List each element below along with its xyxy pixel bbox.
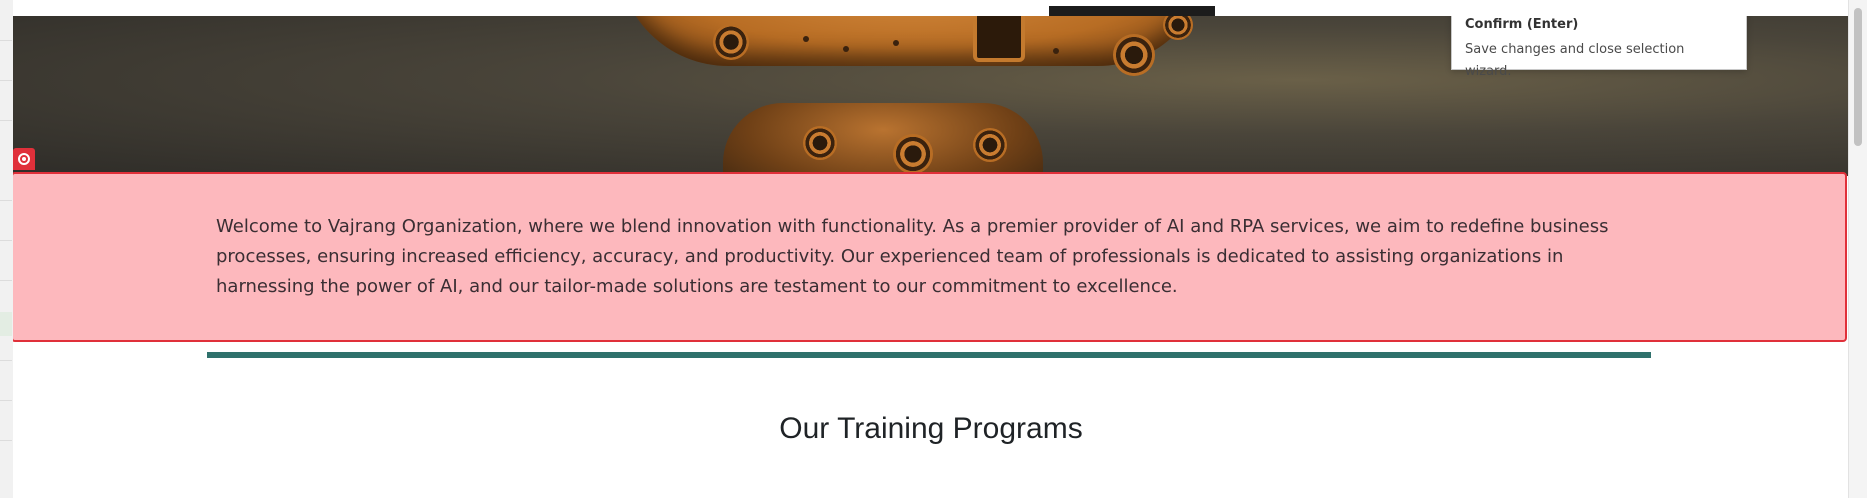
gutter-row-line bbox=[0, 440, 12, 441]
robot-dot bbox=[893, 40, 899, 46]
robot-detail bbox=[713, 24, 749, 60]
tooltip-description: Save changes and close selection wizard. bbox=[1465, 42, 1685, 79]
gutter-row-line bbox=[0, 120, 12, 121]
gutter-row-line bbox=[0, 400, 12, 401]
dark-toolbar-block bbox=[1049, 6, 1215, 16]
robot-detail bbox=[803, 126, 837, 160]
target-icon[interactable] bbox=[13, 148, 35, 170]
training-programs-heading: Our Training Programs bbox=[779, 412, 1083, 445]
gutter-row-line bbox=[0, 360, 12, 361]
gutter-row-line bbox=[0, 280, 12, 281]
section-divider bbox=[207, 352, 1651, 358]
robot-dot bbox=[843, 46, 849, 52]
tooltip-title: Confirm (Enter) bbox=[1465, 17, 1579, 32]
robot-dot bbox=[1053, 48, 1059, 54]
confirm-tooltip: Confirm (Enter) Save changes and close s… bbox=[1451, 16, 1747, 79]
gutter-row-line bbox=[0, 240, 12, 241]
screen: Welcome to Vajrang Organization, where w… bbox=[0, 0, 1867, 498]
robot-detail bbox=[893, 134, 933, 174]
web-page: Welcome to Vajrang Organization, where w… bbox=[13, 16, 1849, 498]
robot-detail bbox=[1163, 16, 1193, 40]
robot-detail bbox=[973, 128, 1007, 162]
gutter-row-line bbox=[0, 40, 12, 41]
gutter-row-line bbox=[0, 80, 12, 81]
gutter-selected-cell bbox=[0, 312, 12, 336]
robot-detail bbox=[1113, 34, 1155, 76]
scrollbar-thumb[interactable] bbox=[1854, 8, 1862, 146]
robot-dot bbox=[803, 36, 809, 42]
welcome-paragraph: Welcome to Vajrang Organization, where w… bbox=[216, 216, 1609, 297]
target-ring bbox=[18, 153, 30, 165]
vertical-scrollbar[interactable] bbox=[1848, 0, 1867, 498]
highlighted-welcome-section[interactable]: Welcome to Vajrang Organization, where w… bbox=[13, 172, 1847, 342]
left-app-gutter bbox=[0, 0, 14, 498]
robot-slot bbox=[973, 16, 1025, 62]
browser-top-strip bbox=[13, 0, 1849, 17]
gutter-row-line bbox=[0, 200, 12, 201]
